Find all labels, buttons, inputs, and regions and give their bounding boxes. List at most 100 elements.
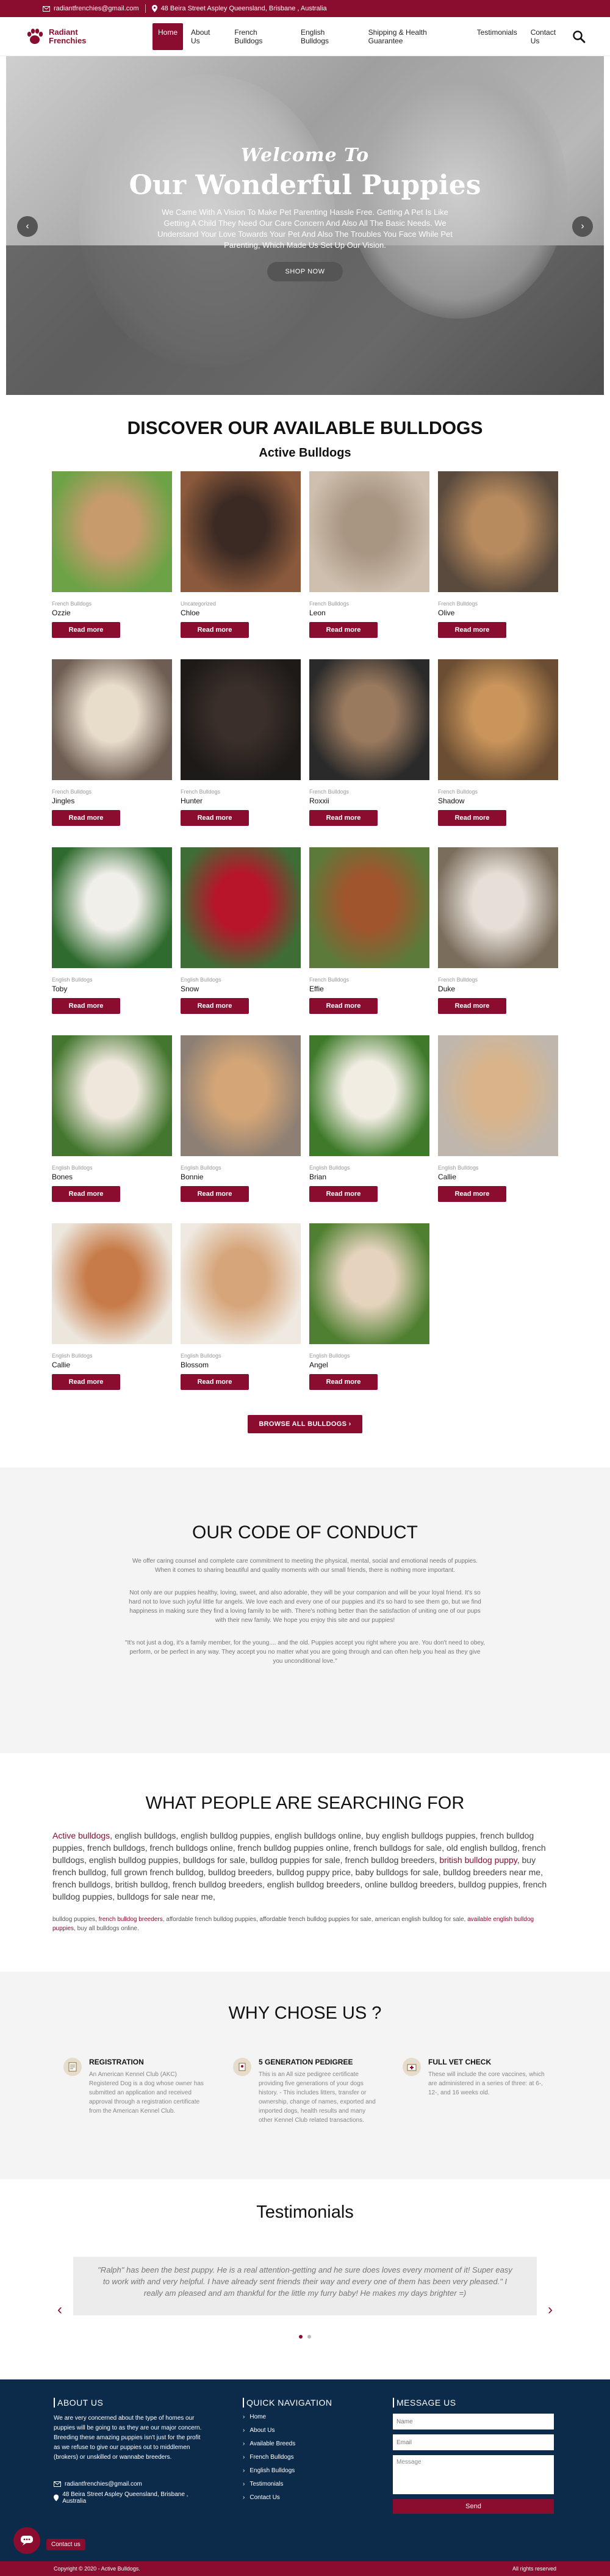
footer-link-about[interactable]: › About Us	[243, 2427, 393, 2434]
read-more-button[interactable]: Read more	[309, 1186, 378, 1202]
puppy-photo[interactable]	[181, 659, 301, 780]
read-more-button[interactable]: Read more	[52, 998, 120, 1014]
puppy-photo[interactable]	[181, 1035, 301, 1156]
puppy-category: French Bulldogs	[438, 789, 478, 795]
puppy-photo[interactable]	[181, 471, 301, 592]
topbar-address-text: 48 Beira Street Aspley Queensland, Brisb…	[160, 5, 327, 12]
puppy-name[interactable]: Hunter	[181, 797, 301, 805]
puppy-name[interactable]: Effie	[309, 985, 429, 993]
nav-french-bulldogs[interactable]: French Bulldogs	[229, 23, 293, 50]
read-more-button[interactable]: Read more	[309, 998, 378, 1014]
nav-shipping-health[interactable]: Shipping & Health Guarantee	[363, 23, 469, 50]
puppy-name[interactable]: Callie	[438, 1173, 558, 1181]
read-more-button[interactable]: Read more	[309, 1374, 378, 1390]
puppy-photo[interactable]	[309, 1223, 429, 1344]
puppy-name[interactable]: Roxxii	[309, 797, 429, 805]
read-more-button[interactable]: Read more	[438, 998, 506, 1014]
browse-all-button[interactable]: BROWSE ALL BULLDOGS ›	[248, 1415, 362, 1433]
puppy-name[interactable]: Bones	[52, 1173, 172, 1181]
read-more-button[interactable]: Read more	[52, 1186, 120, 1202]
read-more-button[interactable]: Read more	[52, 622, 120, 638]
puppy-card: English Bulldogs Brian Read more	[309, 1035, 429, 1223]
chat-button[interactable]	[13, 2527, 40, 2554]
puppy-name[interactable]: Snow	[181, 985, 301, 993]
chevron-left-icon[interactable]: ‹	[57, 2301, 62, 2318]
send-button[interactable]: Send	[393, 2499, 554, 2514]
why-item-registration: REGISTRATION An American Kennel Club (AK…	[63, 2058, 207, 2125]
puppy-photo[interactable]	[52, 659, 172, 780]
topbar-email[interactable]: radiantfrenchies@gmail.com	[43, 5, 139, 12]
puppy-photo[interactable]	[309, 847, 429, 968]
footer-link-breeds[interactable]: › Available Breeds	[243, 2440, 393, 2447]
puppy-name[interactable]: Shadow	[438, 797, 558, 805]
footer-email[interactable]: radiantfrenchies@gmail.com	[54, 2481, 243, 2487]
puppy-name[interactable]: Callie	[52, 1361, 172, 1369]
puppy-photo[interactable]	[52, 471, 172, 592]
puppy-photo[interactable]	[309, 471, 429, 592]
read-more-button[interactable]: Read more	[52, 810, 120, 826]
nav-testimonials[interactable]: Testimonials	[472, 23, 523, 50]
email-input[interactable]	[393, 2434, 554, 2450]
read-more-button[interactable]: Read more	[438, 1186, 506, 1202]
read-more-button[interactable]: Read more	[181, 998, 249, 1014]
keyword-link[interactable]: Active bulldogs	[52, 1831, 110, 1840]
footer-link-english[interactable]: › English Bulldogs	[243, 2467, 393, 2474]
keyword-link[interactable]: french bulldog breeders	[99, 1916, 163, 1923]
puppy-photo[interactable]	[438, 659, 558, 780]
slider-dot-active[interactable]	[299, 2335, 303, 2339]
puppy-photo[interactable]	[309, 659, 429, 780]
puppy-name[interactable]: Angel	[309, 1361, 429, 1369]
nav-english-bulldogs[interactable]: English Bulldogs	[295, 23, 361, 50]
read-more-button[interactable]: Read more	[438, 622, 506, 638]
slider-dot[interactable]	[307, 2335, 311, 2339]
conduct-paragraph: Not only are our puppies healthy, loving…	[129, 1590, 481, 1624]
medical-kit-icon	[403, 2058, 421, 2076]
puppy-name[interactable]: Olive	[438, 609, 558, 617]
nav-about-us[interactable]: About Us	[185, 23, 226, 50]
read-more-button[interactable]: Read more	[309, 622, 378, 638]
puppy-name[interactable]: Jingles	[52, 797, 172, 805]
read-more-button[interactable]: Read more	[52, 1374, 120, 1390]
read-more-button[interactable]: Read more	[181, 1186, 249, 1202]
search-icon[interactable]	[572, 30, 586, 43]
puppy-name[interactable]: Duke	[438, 985, 558, 993]
footer-link-contact[interactable]: › Contact Us	[243, 2494, 393, 2501]
puppy-photo[interactable]	[52, 1223, 172, 1344]
puppy-photo[interactable]	[438, 847, 558, 968]
site-logo[interactable]: Radiant Frenchies	[24, 26, 122, 47]
footer-quick-nav: QUICK NAVIGATION › Home › About Us › Availa…	[243, 2398, 393, 2561]
puppy-name[interactable]: Chloe	[181, 609, 301, 617]
footer-link-french[interactable]: › French Bulldogs	[243, 2454, 393, 2461]
puppy-photo[interactable]	[309, 1035, 429, 1156]
puppy-photo[interactable]	[181, 847, 301, 968]
contact-us-pill[interactable]: Contact us	[46, 2539, 85, 2550]
puppy-photo[interactable]	[52, 847, 172, 968]
nav-contact-us[interactable]: Contact Us	[525, 23, 572, 50]
read-more-button[interactable]: Read more	[181, 1374, 249, 1390]
puppy-name[interactable]: Leon	[309, 609, 429, 617]
puppy-name[interactable]: Toby	[52, 985, 172, 993]
puppy-photo[interactable]	[52, 1035, 172, 1156]
puppy-photo[interactable]	[181, 1223, 301, 1344]
hero-prev-button[interactable]: ‹	[17, 216, 38, 237]
read-more-button[interactable]: Read more	[438, 810, 506, 826]
read-more-button[interactable]: Read more	[181, 622, 249, 638]
footer-link-home[interactable]: › Home	[243, 2414, 393, 2420]
message-textarea[interactable]: Message	[393, 2455, 554, 2494]
puppy-name[interactable]: Brian	[309, 1173, 429, 1181]
chevron-right-icon[interactable]: ›	[548, 2301, 553, 2318]
puppy-name[interactable]: Ozzie	[52, 609, 172, 617]
hero-next-button[interactable]: ›	[572, 216, 593, 237]
puppy-name[interactable]: Blossom	[181, 1361, 301, 1369]
footer-link-testimonials[interactable]: › Testimonials	[243, 2481, 393, 2487]
name-input[interactable]	[393, 2414, 554, 2429]
keyword-link[interactable]: british bulldog puppy	[439, 1855, 517, 1865]
puppy-category: French Bulldogs	[52, 789, 92, 795]
read-more-button[interactable]: Read more	[181, 810, 249, 826]
shop-now-button[interactable]: SHOP NOW	[267, 262, 343, 281]
puppy-photo[interactable]	[438, 471, 558, 592]
read-more-button[interactable]: Read more	[309, 810, 378, 826]
puppy-photo[interactable]	[438, 1035, 558, 1156]
nav-home[interactable]: Home	[152, 23, 184, 50]
puppy-name[interactable]: Bonnie	[181, 1173, 301, 1181]
